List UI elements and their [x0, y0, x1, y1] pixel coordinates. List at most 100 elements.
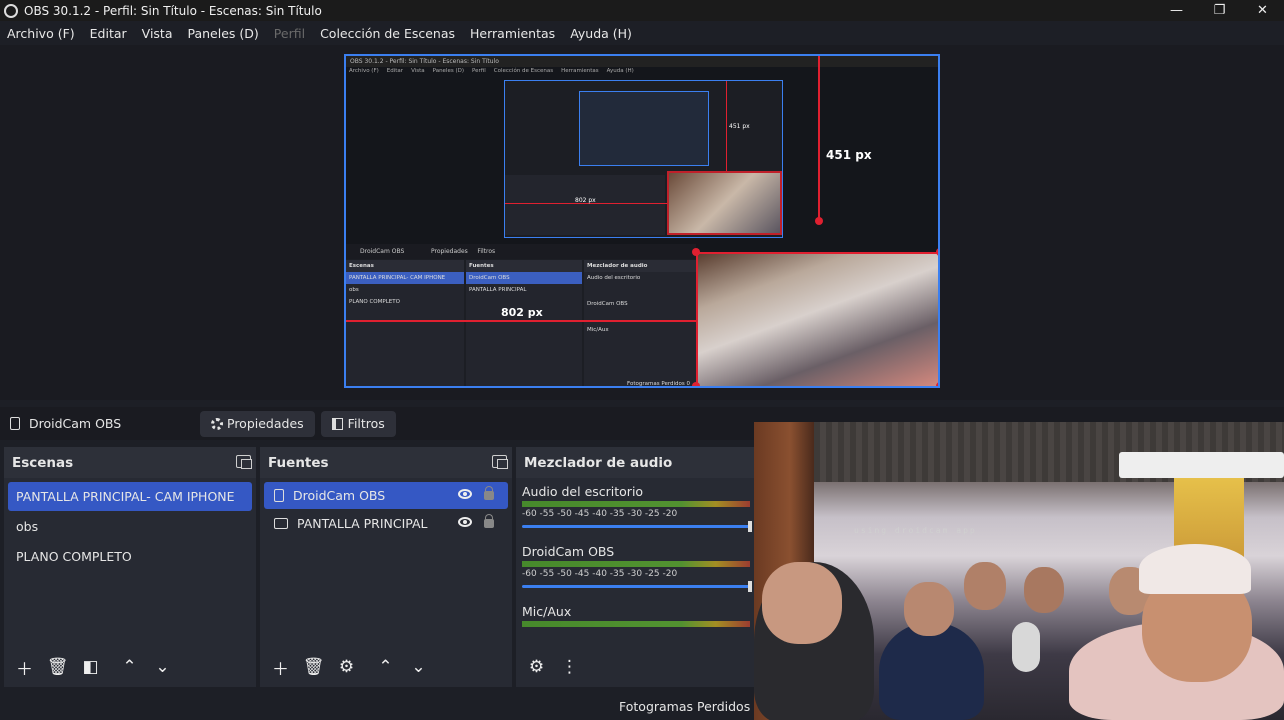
- mixer-menu-button[interactable]: ⋮: [556, 654, 583, 681]
- mini-properties: Propiedades: [430, 248, 468, 255]
- window-controls: — ❐ ✕: [1155, 0, 1284, 21]
- properties-label: Propiedades: [227, 416, 304, 431]
- eye-icon[interactable]: [458, 489, 472, 499]
- add-scene-button[interactable]: ＋: [11, 654, 38, 681]
- mini-menu-item: Archivo (F): [349, 68, 379, 74]
- webcam-watermark: using droidcam app: [854, 526, 977, 535]
- properties-button[interactable]: Propiedades: [200, 410, 315, 437]
- mini-nested-docks: [505, 175, 665, 235]
- person-head: [964, 562, 1006, 610]
- preview-canvas[interactable]: OBS 30.1.2 - Perfil: Sin Título - Escena…: [344, 54, 940, 388]
- scenes-footer: ＋ 🗑 ◧ ⌃ ⌄: [4, 647, 256, 687]
- mini-scenes-dock: Escenas PANTALLA PRINCIPAL- CAM IPHONE o…: [346, 260, 464, 386]
- resize-handle[interactable]: [692, 248, 700, 256]
- mixer-channel: Audio del escritorio -60 -55 -50 -45 -40…: [516, 484, 756, 532]
- maximize-button[interactable]: ❐: [1198, 0, 1241, 21]
- file-icon: [274, 489, 284, 502]
- resize-handle[interactable]: [692, 382, 700, 386]
- source-properties-button[interactable]: ⚙: [333, 654, 360, 681]
- resize-handle[interactable]: [936, 248, 938, 256]
- measure-handle[interactable]: [815, 217, 823, 225]
- scene-item[interactable]: obs: [8, 512, 252, 541]
- add-source-button[interactable]: ＋: [267, 654, 294, 681]
- mini-scenes-header: Escenas: [346, 260, 464, 272]
- filters-label: Filtros: [347, 416, 385, 431]
- advanced-audio-button[interactable]: ⚙: [523, 654, 550, 681]
- move-down-button[interactable]: ⌄: [405, 654, 432, 681]
- volume-meter: [522, 501, 750, 507]
- channel-name: DroidCam OBS: [522, 544, 615, 559]
- mixer-title: Mezclador de audio: [524, 454, 673, 471]
- scenes-header: Escenas: [4, 447, 256, 478]
- mini-measure-line-vertical: [726, 81, 727, 171]
- filters-button[interactable]: Filtros: [320, 410, 396, 437]
- lock-icon[interactable]: [484, 486, 494, 500]
- meter-ticks: -60 -55 -50 -45 -40 -35 -30 -25 -20: [522, 509, 678, 519]
- mini-scene-item: obs: [349, 287, 359, 293]
- obs-logo-icon: [4, 3, 18, 18]
- mini-sources-dock: Fuentes DroidCam OBS PANTALLA PRINCIPAL: [466, 260, 582, 386]
- channel-name: Audio del escritorio: [522, 484, 644, 499]
- menu-bar: Archivo (F) Editar Vista Paneles (D) Per…: [0, 21, 1284, 45]
- menu-coleccion-escenas[interactable]: Colección de Escenas: [320, 26, 455, 41]
- minimize-button[interactable]: —: [1155, 0, 1198, 21]
- undock-icon[interactable]: [236, 455, 252, 469]
- gear-icon: [211, 417, 223, 430]
- audio-mixer-dock: Mezclador de audio Audio del escritorio …: [516, 447, 756, 687]
- mini-filters: Filtros: [477, 248, 496, 255]
- volume-slider[interactable]: [522, 581, 752, 592]
- volume-slider[interactable]: [522, 521, 752, 532]
- webcam-overlay: using droidcam app: [754, 422, 1284, 720]
- scene-item[interactable]: PLANO COMPLETO: [8, 542, 252, 571]
- filter-icon: [331, 417, 343, 430]
- volume-meter: [522, 621, 750, 627]
- meter-ticks: -60 -55 -50 -45 -40 -35 -30 -25 -20: [522, 569, 678, 579]
- scene-item[interactable]: PANTALLA PRINCIPAL- CAM IPHONE: [8, 482, 252, 511]
- mini-status: Fotogramas Perdidos 0: [627, 381, 690, 387]
- remove-source-button[interactable]: 🗑: [300, 654, 327, 681]
- mini-source-item: PANTALLA PRINCIPAL: [469, 287, 527, 293]
- move-up-button[interactable]: ⌃: [372, 654, 399, 681]
- remove-scene-button[interactable]: 🗑: [44, 654, 71, 681]
- source-item[interactable]: PANTALLA PRINCIPAL: [264, 510, 508, 537]
- move-down-button[interactable]: ⌄: [149, 654, 176, 681]
- measure-label-vertical: 451 px: [826, 148, 872, 162]
- person-head: [904, 582, 954, 636]
- mini-nested-video: [667, 171, 782, 235]
- scene-filters-button[interactable]: ◧: [77, 654, 104, 681]
- mixer-header: Mezclador de audio: [516, 447, 756, 478]
- resize-handle[interactable]: [936, 382, 938, 386]
- mini-measure-label-horizontal: 802 px: [575, 197, 596, 204]
- menu-herramientas[interactable]: Herramientas: [470, 26, 555, 41]
- menu-paneles[interactable]: Paneles (D): [188, 26, 259, 41]
- menu-ayuda[interactable]: Ayuda (H): [570, 26, 632, 41]
- file-icon: [10, 417, 20, 430]
- menu-editar[interactable]: Editar: [90, 26, 127, 41]
- undock-icon[interactable]: [492, 455, 508, 469]
- mini-menu-item: Herramientas: [561, 68, 599, 74]
- eye-icon[interactable]: [458, 517, 472, 527]
- mini-mixer-channel: Audio del escritorio: [587, 275, 641, 281]
- microphone: [1012, 622, 1040, 672]
- mini-mixer-dock: Mezclador de audio Audio del escritorio …: [584, 260, 696, 387]
- mini-source-item: DroidCam OBS: [466, 272, 582, 284]
- mini-menu-item: Colección de Escenas: [493, 68, 554, 74]
- menu-archivo[interactable]: Archivo (F): [7, 26, 75, 41]
- selected-source-video[interactable]: [696, 252, 938, 386]
- mini-scene-item: PLANO COMPLETO: [349, 299, 400, 305]
- lock-icon[interactable]: [484, 514, 494, 528]
- mixer-channel: DroidCam OBS -60 -55 -50 -45 -40 -35 -30…: [516, 544, 756, 592]
- sources-footer: ＋ 🗑 ⚙ ⌃ ⌄: [260, 647, 512, 687]
- measure-label-horizontal: 802 px: [501, 306, 543, 319]
- close-button[interactable]: ✕: [1241, 0, 1284, 21]
- source-item[interactable]: DroidCam OBS: [264, 482, 508, 509]
- cap: [1139, 544, 1251, 594]
- volume-meter: [522, 561, 750, 567]
- menu-vista[interactable]: Vista: [142, 26, 173, 41]
- mini-docks: Escenas PANTALLA PRINCIPAL- CAM IPHONE o…: [346, 260, 696, 387]
- mini-source-bar: DroidCam OBS Propiedades Filtros: [346, 244, 696, 259]
- mini-source-name: DroidCam OBS: [360, 248, 405, 255]
- move-up-button[interactable]: ⌃: [116, 654, 143, 681]
- mini-scene-item: PANTALLA PRINCIPAL- CAM IPHONE: [346, 272, 464, 284]
- scenes-dock: Escenas PANTALLA PRINCIPAL- CAM IPHONE o…: [4, 447, 256, 687]
